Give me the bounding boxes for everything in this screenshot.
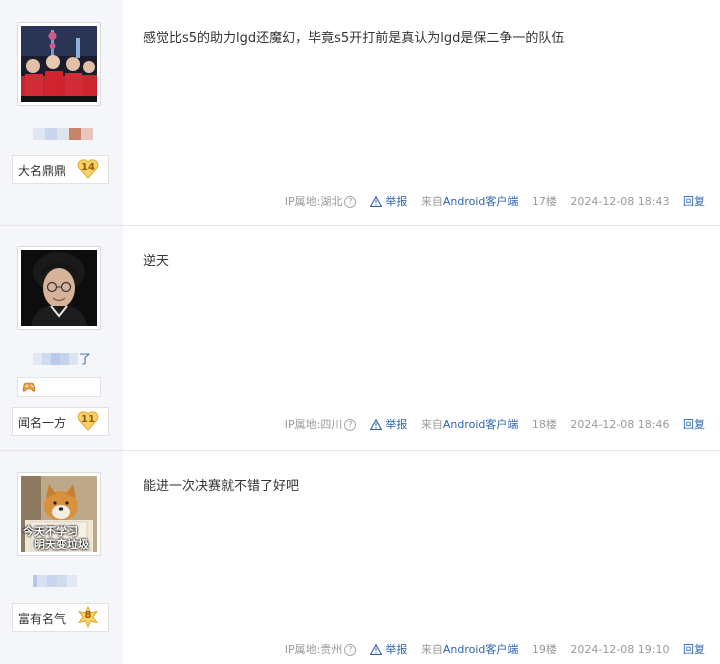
post-content: 能进一次决赛就不错了好吧 [143,479,300,494]
level-badge[interactable]: 闻名一方 11 [12,407,109,436]
report-button[interactable]: 举报 [369,417,408,433]
team-photo-avatar [21,26,97,102]
post-time: 2024-12-08 18:43 [570,195,670,208]
floor-number: 17楼 [531,195,557,208]
warning-icon [369,418,383,430]
help-icon[interactable]: ? [344,196,357,208]
avatar-caption-line2: 明天变垃圾 [34,538,89,551]
player-photo-avatar [21,250,97,326]
source-prefix: 来自 [420,643,443,656]
warning-icon [369,195,383,207]
username-suffix: 了 [79,352,92,366]
floor-number: 18楼 [531,418,557,431]
avatar[interactable] [17,22,101,106]
post-time: 2024-12-08 18:46 [570,418,670,431]
gamepad-icon[interactable] [22,380,36,394]
post-content: 逆天 [143,254,170,269]
badge-level: 14 [81,162,95,173]
level-heart-icon: 11 [77,410,99,432]
badge-name: 闻名一方 [18,416,67,430]
post-tail: IP属地:四川? 举报 来自Android客户端 18楼 2024-12-08 … [285,417,705,433]
level-badge[interactable]: 富有名气 8 [12,603,109,632]
badge-level: 8 [84,610,92,621]
icon-strip [17,377,101,397]
source-text: 来自Android客户端 [421,417,519,433]
report-button[interactable]: 举报 [369,194,408,210]
post-tail: IP属地:湖北? 举报 来自Android客户端 17楼 2024-12-08 … [285,194,705,210]
username-blurred[interactable] [33,575,77,587]
source-app-link[interactable]: Android客户端 [443,417,519,433]
post-19: 今天不学习 明天变垃圾 富有名气 8 能进一次决赛就不错了好吧 IP属地:贵州?… [0,450,720,664]
report-button[interactable]: 举报 [369,642,408,658]
post-tail: IP属地:贵州? 举报 来自Android客户端 19楼 2024-12-08 … [285,642,705,658]
report-label: 举报 [385,195,408,208]
report-label: 举报 [385,418,408,431]
ip-location: IP属地:湖北 [284,195,343,208]
avatar[interactable] [17,246,101,330]
post-18: 了 闻名一方 11 逆天 IP属地:四川? 举报 来自Android客户端 18… [0,225,720,450]
reply-button[interactable]: 回复 [683,642,705,658]
help-icon[interactable]: ? [344,644,357,656]
source-app-link[interactable]: Android客户端 [443,194,519,210]
ip-location: IP属地:四川 [284,418,343,431]
floor-number: 19楼 [531,643,557,656]
source-text: 来自Android客户端 [421,194,519,210]
source-app-link[interactable]: Android客户端 [443,642,519,658]
author-sidebar: 今天不学习 明天变垃圾 富有名气 8 [0,451,123,664]
avatar[interactable]: 今天不学习 明天变垃圾 [17,472,101,556]
warning-icon [369,643,383,655]
level-heart-icon: 14 [77,158,99,180]
reply-button[interactable]: 回复 [683,417,705,433]
post-content: 感觉比s5的助力lgd还魔幻，毕竟s5开打前是真认为lgd是保二争一的队伍 [143,31,565,46]
source-prefix: 来自 [420,418,443,431]
dog-meme-avatar: 今天不学习 明天变垃圾 [21,476,97,552]
author-sidebar: 大名鼎鼎 14 [0,0,123,225]
source-prefix: 来自 [420,195,443,208]
level-star-icon: 8 [77,606,99,628]
source-text: 来自Android客户端 [421,642,519,658]
badge-level: 11 [81,414,95,425]
post-17: 大名鼎鼎 14 感觉比s5的助力lgd还魔幻，毕竟s5开打前是真认为lgd是保二… [0,0,720,225]
reply-button[interactable]: 回复 [683,194,705,210]
ip-location: IP属地:贵州 [284,643,343,656]
help-icon[interactable]: ? [344,419,357,431]
username-blurred[interactable] [33,128,93,140]
author-sidebar: 了 闻名一方 11 [0,226,123,450]
username-blurred[interactable]: 了 [33,353,91,365]
badge-name: 大名鼎鼎 [18,164,67,178]
report-label: 举报 [385,643,408,656]
level-badge[interactable]: 大名鼎鼎 14 [12,155,109,184]
post-time: 2024-12-08 19:10 [570,643,670,656]
badge-name: 富有名气 [18,612,67,626]
